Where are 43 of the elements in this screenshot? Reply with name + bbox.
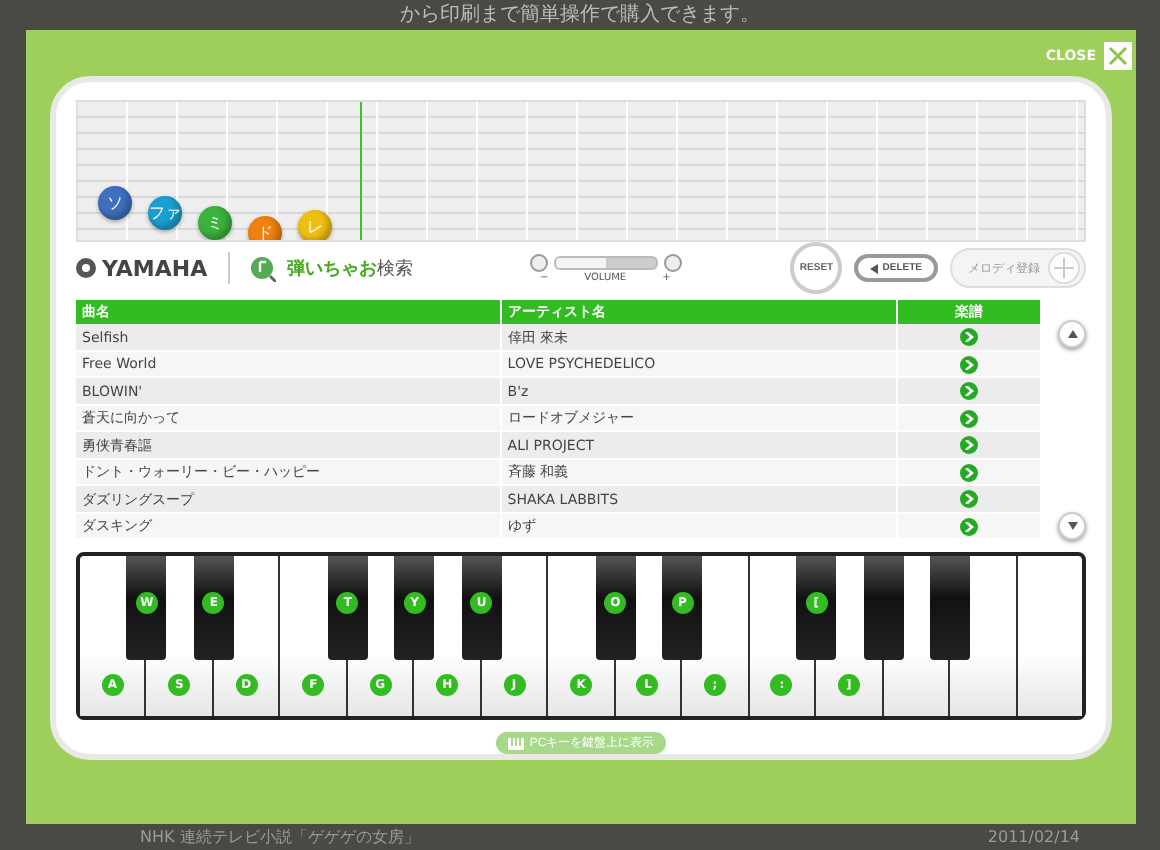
chevron-right-icon xyxy=(963,521,974,532)
chevron-right-icon xyxy=(963,386,974,397)
volume-up-knob[interactable] xyxy=(663,253,682,272)
close-button[interactable] xyxy=(1104,42,1132,70)
brand-logo: YAMAHA xyxy=(76,255,208,282)
volume-slider[interactable] xyxy=(553,255,658,270)
search-label: 検索 xyxy=(377,257,414,282)
chevron-right-icon xyxy=(963,494,974,505)
score-arrow-button[interactable] xyxy=(959,463,978,482)
music-note-search-icon xyxy=(249,255,276,282)
up-arrow-icon xyxy=(1067,330,1077,339)
sharp-key[interactable] xyxy=(930,556,971,661)
score-arrow-button[interactable] xyxy=(959,409,978,428)
chevron-right-icon xyxy=(963,440,974,451)
back-arrow-icon xyxy=(870,263,879,274)
chevron-right-icon xyxy=(963,359,974,370)
score-arrow-button[interactable] xyxy=(959,490,978,509)
chevron-right-icon xyxy=(963,467,974,478)
score-arrow-button[interactable] xyxy=(959,517,978,536)
volume-down-knob[interactable] xyxy=(529,253,548,272)
playhead-line xyxy=(360,102,362,240)
search-title: 弾いちゃお xyxy=(287,257,378,282)
note-bubble: レ xyxy=(298,210,332,240)
scroll-down-button[interactable] xyxy=(1058,512,1086,541)
note-bubble: ファ xyxy=(148,196,182,230)
close-icon xyxy=(1108,46,1128,66)
sharp-key[interactable] xyxy=(863,556,904,661)
scroll-up-button[interactable] xyxy=(1058,320,1086,349)
score-arrow-button[interactable] xyxy=(959,382,978,401)
chevron-right-icon xyxy=(963,413,974,424)
piano-key[interactable] xyxy=(1017,652,1083,716)
note-bubble: ミ xyxy=(198,206,232,240)
score-arrow-button[interactable] xyxy=(959,328,978,347)
background-text: NHK 連続テレビ小説「ゲゲゲの女房」 xyxy=(140,826,420,850)
chevron-right-icon xyxy=(963,332,974,343)
score-arrow-button[interactable] xyxy=(959,355,978,374)
background-text: から印刷まで簡単操作で購入できます。 xyxy=(400,1,760,30)
score-arrow-button[interactable] xyxy=(959,436,978,455)
note-bubble: ソ xyxy=(98,186,132,220)
background-date: 2011/02/14 xyxy=(987,826,1080,850)
plus-icon xyxy=(1048,252,1080,285)
keyboard-icon xyxy=(507,737,524,749)
down-arrow-icon xyxy=(1067,522,1077,531)
